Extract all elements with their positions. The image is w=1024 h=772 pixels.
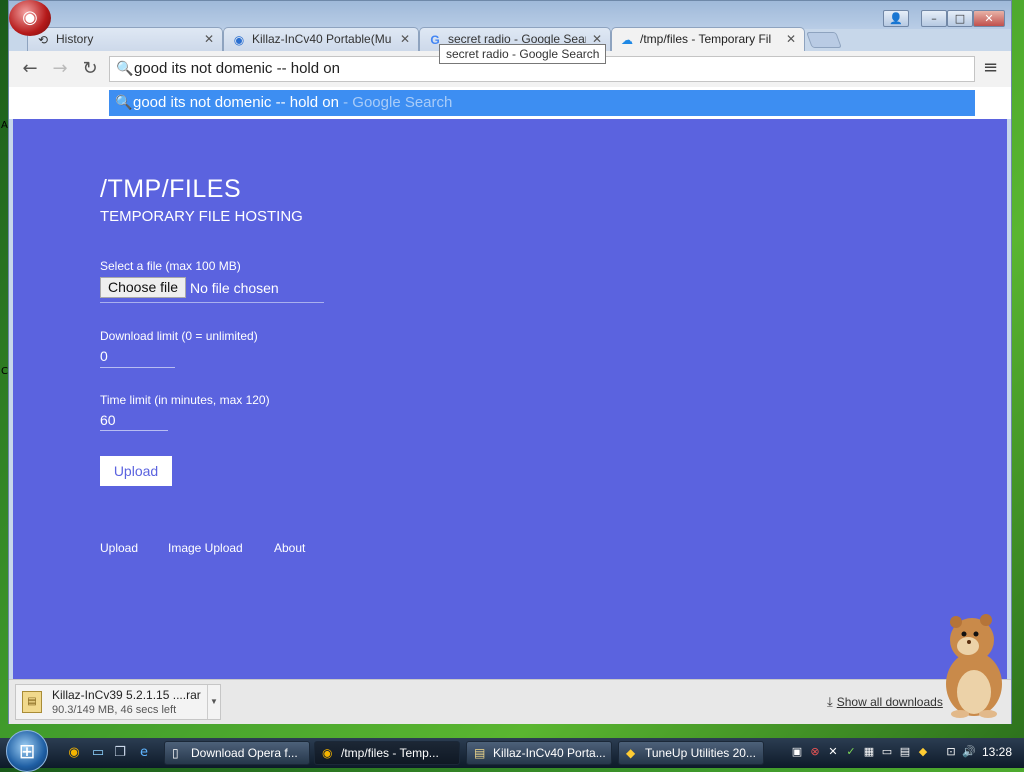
page-content: /TMP/FILES TEMPORARY FILE HOSTING Select… xyxy=(13,119,1007,679)
divider xyxy=(100,367,175,368)
download-limit-label: Download limit (0 = unlimited) xyxy=(100,329,258,343)
search-suggestion[interactable]: 🔍 good its not domenic -- hold on - Goog… xyxy=(109,90,975,116)
taskbar-item-killaz[interactable]: ▤ Killaz-InCv40 Porta... xyxy=(466,741,612,765)
tab-close-icon[interactable]: ✕ xyxy=(400,32,410,46)
download-icon: ⤓ xyxy=(827,694,833,709)
app-orb-icon[interactable]: ◉ xyxy=(9,0,51,36)
page-subtitle: TEMPORARY FILE HOSTING xyxy=(100,208,303,225)
file-label: Select a file (max 100 MB) xyxy=(100,259,241,273)
internet-explorer-icon[interactable]: e xyxy=(136,745,152,761)
browser-window: 👤 – □ ✕ ⟲ History ✕ ◉ Killaz-InCv40 Port… xyxy=(8,0,1012,724)
forward-arrow-icon[interactable]: → xyxy=(49,58,71,80)
download-status: 90.3/149 MB, 46 secs left xyxy=(52,704,177,716)
tray-app-icon[interactable]: ▣ xyxy=(790,745,804,759)
tab-close-icon[interactable]: ✕ xyxy=(786,32,796,46)
tuneup-icon: ◆ xyxy=(626,746,636,760)
tab-history[interactable]: ⟲ History ✕ xyxy=(27,27,223,51)
divider xyxy=(100,302,324,303)
choose-file-button[interactable]: Choose file xyxy=(100,277,186,298)
minimize-button[interactable]: – xyxy=(921,10,947,27)
menu-icon[interactable]: ≡ xyxy=(983,59,1001,77)
file-status-text: No file chosen xyxy=(190,280,279,296)
taskbar-item-label: Killaz-InCv40 Porta... xyxy=(493,746,606,760)
cloud-icon: ☁ xyxy=(621,33,633,47)
close-window-button[interactable]: ✕ xyxy=(973,10,1005,27)
page-title: /TMP/FILES xyxy=(100,175,242,203)
suggestion-query: good its not domenic -- hold on xyxy=(133,94,339,111)
back-arrow-icon[interactable]: ← xyxy=(19,58,41,80)
site-icon: ◉ xyxy=(233,33,245,47)
tray-app-icon[interactable]: ✕ xyxy=(826,745,840,759)
download-item[interactable]: ▤ Killaz-InCv39 5.2.1.15 ....rar 90.3/14… xyxy=(15,684,221,720)
user-icon[interactable]: 👤 xyxy=(883,10,909,27)
download-limit-input[interactable]: 0 xyxy=(100,348,108,364)
history-icon: ⟲ xyxy=(37,33,49,47)
maximize-button[interactable]: □ xyxy=(947,10,973,27)
reload-icon[interactable]: ↻ xyxy=(79,58,101,80)
show-desktop-icon[interactable]: ▭ xyxy=(90,745,106,761)
upload-button[interactable]: Upload xyxy=(100,456,172,486)
tab-title: History xyxy=(56,32,94,46)
chevron-down-icon[interactable]: ▼ xyxy=(207,685,220,719)
volume-icon[interactable]: 🔊 xyxy=(962,745,976,759)
tab-title: /tmp/files - Temporary Fil xyxy=(640,32,772,46)
footer-link-upload[interactable]: Upload xyxy=(100,541,138,555)
tab-title: Killaz-InCv40 Portable(Mu xyxy=(252,32,392,46)
clock[interactable]: 13:28 xyxy=(982,745,1012,759)
check-icon[interactable]: ✓ xyxy=(844,745,858,759)
tray-app-icon[interactable]: ◆ xyxy=(916,745,930,759)
start-button[interactable]: ⊞ xyxy=(6,730,48,772)
tray-app-icon[interactable]: ▦ xyxy=(862,745,876,759)
document-icon: ▯ xyxy=(172,746,179,760)
tab-tooltip: secret radio - Google Search xyxy=(439,44,607,64)
monitor-icon[interactable]: ▭ xyxy=(880,745,894,759)
taskbar: ⊞ ◉ ▭ ❐ e ▯ Download Opera f... ◉ /tmp/f… xyxy=(0,730,1024,772)
time-limit-label: Time limit (in minutes, max 120) xyxy=(100,393,270,407)
footer-link-image-upload[interactable]: Image Upload xyxy=(168,541,243,555)
network-icon[interactable]: ⊡ xyxy=(944,745,958,759)
taskbar-item-tuneup[interactable]: ◆ TuneUp Utilities 20... xyxy=(618,741,764,765)
suggestion-suffix: - Google Search xyxy=(338,94,453,111)
taskbar-item-label: TuneUp Utilities 20... xyxy=(645,746,756,760)
search-icon: 🔍 xyxy=(115,94,133,110)
tray-app-icon[interactable]: ▤ xyxy=(898,745,912,759)
switch-windows-icon[interactable]: ❐ xyxy=(112,745,128,761)
desktop-glyph: C xyxy=(1,366,8,377)
omnibox-dropdown: 🔍 good its not domenic -- hold on - Goog… xyxy=(9,87,1011,119)
address-bar-text: good its not domenic -- hold on xyxy=(134,60,340,77)
tab-tmp-files[interactable]: ☁ /tmp/files - Temporary Fil ✕ xyxy=(611,27,805,51)
taskbar-item-opera[interactable]: ▯ Download Opera f... xyxy=(164,741,310,765)
tab-close-icon[interactable]: ✕ xyxy=(204,32,214,46)
hamster-mascot xyxy=(946,614,1002,718)
search-icon: 🔍 xyxy=(116,60,134,76)
footer-link-about[interactable]: About xyxy=(274,541,305,555)
download-shelf: ▤ Killaz-InCv39 5.2.1.15 ....rar 90.3/14… xyxy=(9,679,1011,724)
divider xyxy=(100,430,168,431)
archive-icon: ▤ xyxy=(474,746,486,760)
desktop-glyph: A xyxy=(1,120,8,131)
security-icon[interactable]: ⊗ xyxy=(808,745,822,759)
chrome-icon: ◉ xyxy=(322,746,333,760)
title-bar: 👤 – □ ✕ xyxy=(9,1,1011,29)
taskbar-item-label: /tmp/files - Temp... xyxy=(341,746,439,760)
taskbar-item-tmp-files[interactable]: ◉ /tmp/files - Temp... xyxy=(314,741,460,765)
taskbar-item-label: Download Opera f... xyxy=(191,746,298,760)
archive-file-icon: ▤ xyxy=(22,691,42,713)
show-all-downloads-link[interactable]: ⤓ Show all downloads xyxy=(827,694,943,710)
new-tab-button[interactable] xyxy=(806,32,842,48)
chrome-icon[interactable]: ◉ xyxy=(66,745,82,761)
time-limit-input[interactable]: 60 xyxy=(100,412,116,428)
download-file-name: Killaz-InCv39 5.2.1.15 ....rar xyxy=(52,688,201,702)
tab-killaz[interactable]: ◉ Killaz-InCv40 Portable(Mu ✕ xyxy=(223,27,419,51)
system-tray: ▣ ⊗ ✕ ✓ ▦ ▭ ▤ ◆ ⊡ 🔊 13:28 xyxy=(784,738,1024,768)
